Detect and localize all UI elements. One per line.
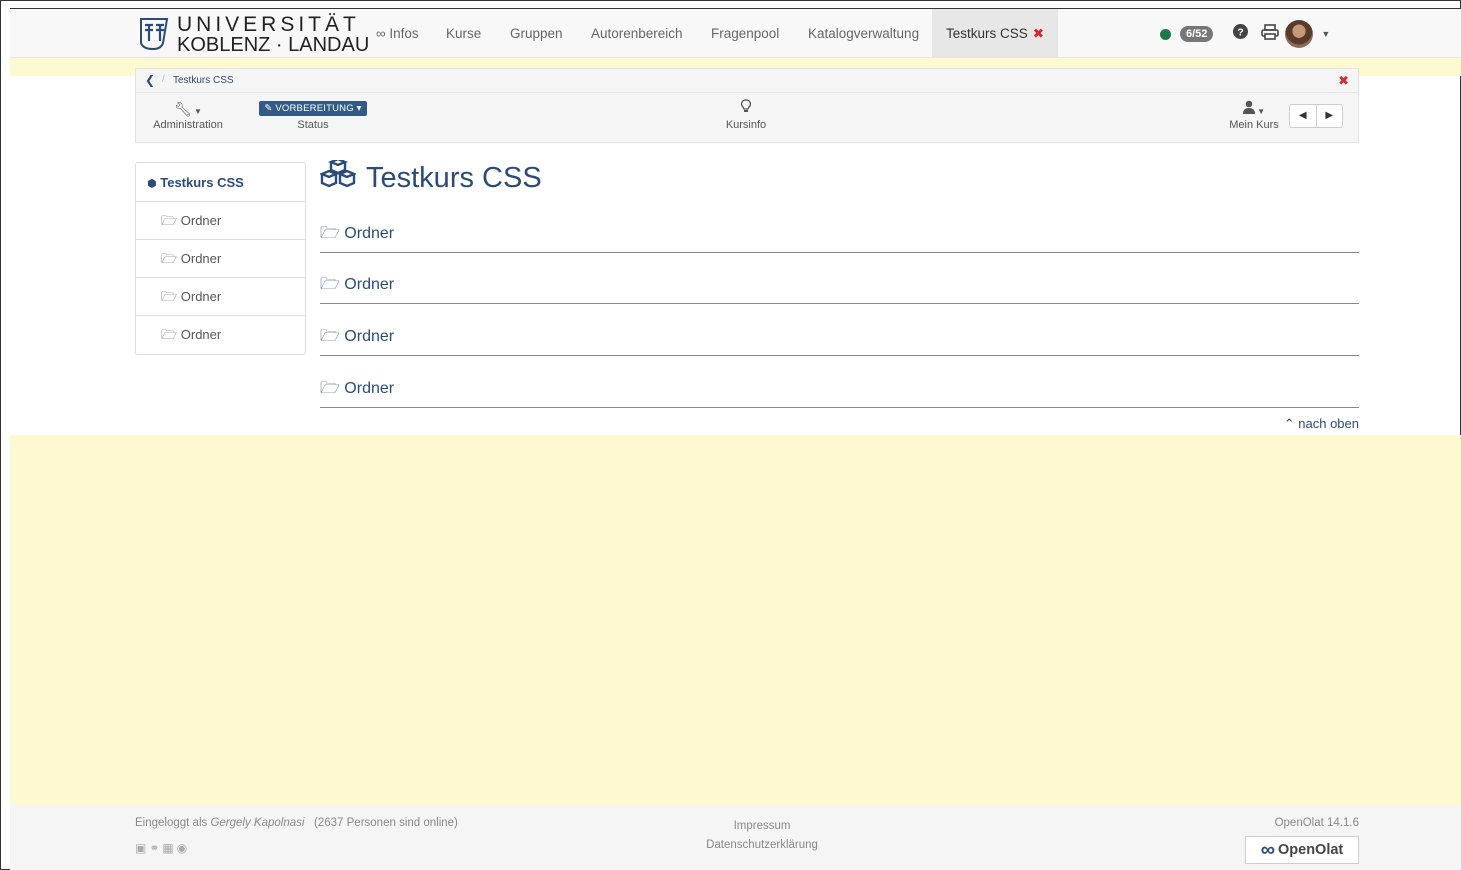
- folder-open-icon: 🗁︎: [320, 276, 340, 293]
- cube-icon: ⬢: [147, 178, 157, 190]
- mein-kurs-label: Mein Kurs: [1229, 119, 1279, 131]
- content-row-label[interactable]: Ordner: [344, 328, 394, 345]
- cubes-icon: [318, 157, 358, 197]
- chevron-down-icon[interactable]: ▼: [1321, 29, 1330, 39]
- page-title-text: Testkurs CSS: [366, 162, 542, 194]
- breadcrumb: ❮ / Testkurs CSS ✖: [135, 68, 1359, 92]
- back-icon[interactable]: ❮: [145, 73, 155, 87]
- user-tools: 6/52 ? ▼: [1160, 9, 1330, 59]
- nav-autorenbereich[interactable]: Autorenbereich: [591, 9, 683, 59]
- status-label: Status: [297, 119, 329, 131]
- administration-label: Administration: [153, 119, 223, 131]
- online-status-dot[interactable]: [1160, 28, 1171, 40]
- menu-item[interactable]: 🗁︎ Ordner: [136, 278, 305, 316]
- privacy-link[interactable]: Datenschutzerklärung: [10, 836, 1461, 855]
- course-menu: ⬢ Testkurs CSS 🗁︎ Ordner 🗁︎ Ordner 🗁︎ Or…: [135, 162, 306, 355]
- course-toolbar: 🔧︎ ▼ Administration ✎ VORBEREITUNG ▾ Sta…: [135, 92, 1359, 143]
- top-navigation: UNIVERSITÄT KOBLENZ · LANDAU ∞ Infos Kur…: [10, 8, 1461, 59]
- close-course-icon[interactable]: ✖: [1338, 73, 1349, 89]
- back-to-top-link[interactable]: ⌃ nach oben: [1284, 416, 1359, 432]
- menu-item[interactable]: 🗁︎ Ordner: [136, 316, 305, 354]
- folder-open-icon: 🗁︎: [320, 380, 340, 397]
- close-tab-icon[interactable]: ✖: [1033, 26, 1044, 41]
- chevron-up-icon: ⌃: [1283, 416, 1295, 431]
- content-row-label[interactable]: Ordner: [344, 276, 394, 293]
- footer: Eingeloggt als Gergely Kapolnasi (2637 P…: [10, 805, 1461, 870]
- impressum-link[interactable]: Impressum: [10, 817, 1461, 836]
- user-icon: ▼: [1224, 99, 1284, 119]
- print-icon[interactable]: [1261, 23, 1280, 45]
- menu-course-root[interactable]: ⬢ Testkurs CSS: [136, 163, 305, 202]
- svg-text:?: ?: [1238, 27, 1244, 38]
- content-row[interactable]: 🗁︎ Ordner: [320, 325, 1359, 356]
- brand-line-2: KOBLENZ · LANDAU: [177, 33, 370, 56]
- menu-item[interactable]: 🗁︎ Ordner: [136, 202, 305, 240]
- next-node-button[interactable]: ▶: [1315, 105, 1343, 127]
- previous-node-button[interactable]: ◀: [1290, 105, 1316, 127]
- nav-kurse[interactable]: Kurse: [446, 9, 481, 59]
- menu-item-label: Ordner: [180, 251, 222, 266]
- menu-item[interactable]: 🗁︎ Ordner: [136, 240, 305, 278]
- user-avatar[interactable]: [1285, 20, 1314, 48]
- version-info: OpenOlat 14.1.6: [1274, 817, 1359, 829]
- university-logo[interactable]: UNIVERSITÄT KOBLENZ · LANDAU: [135, 9, 369, 59]
- folder-open-icon: 🗁︎: [320, 225, 340, 242]
- help-icon[interactable]: ?: [1233, 24, 1249, 44]
- menu-course-root-label: Testkurs CSS: [160, 175, 244, 190]
- footer-links: Impressum Datenschutzerklärung: [10, 817, 1461, 855]
- page-title: Testkurs CSS: [318, 157, 542, 197]
- infinity-icon: ∞: [1260, 838, 1275, 861]
- openolat-logo-text: OpenOlat: [1278, 842, 1344, 858]
- course-node-navigation: ◀ ▶: [1289, 104, 1343, 128]
- tab-testkurs-css[interactable]: Testkurs CSS ✖: [932, 9, 1059, 59]
- content-row[interactable]: 🗁︎ Ordner: [320, 273, 1359, 304]
- status-menu[interactable]: ✎ VORBEREITUNG ▾ Status: [256, 101, 370, 131]
- kursinfo-button[interactable]: Kursinfo: [706, 99, 786, 131]
- nav-fragenpool[interactable]: Fragenpool: [711, 9, 779, 59]
- folder-open-icon: 🗁︎: [161, 251, 178, 266]
- breadcrumb-separator: /: [162, 74, 165, 85]
- status-button[interactable]: ✎ VORBEREITUNG ▾: [259, 101, 367, 116]
- content-row[interactable]: 🗁︎ Ordner: [320, 377, 1359, 408]
- brand-line-1: UNIVERSITÄT: [177, 12, 360, 36]
- pencil-icon: ✎: [264, 103, 276, 114]
- wrench-icon: 🔧︎ ▼: [174, 101, 202, 117]
- menu-item-label: Ordner: [180, 327, 222, 342]
- tab-label: Testkurs CSS: [946, 26, 1028, 41]
- content-row-label[interactable]: Ordner: [344, 380, 394, 397]
- lightbulb-icon: [706, 99, 786, 119]
- folder-open-icon: 🗁︎: [161, 289, 178, 304]
- mein-kurs-menu[interactable]: ▼ Mein Kurs: [1224, 99, 1284, 131]
- menu-item-label: Ordner: [180, 289, 222, 304]
- nav-infos[interactable]: ∞ Infos: [376, 9, 419, 59]
- uni-logo-icon: [140, 18, 169, 51]
- nav-gruppen[interactable]: Gruppen: [510, 9, 563, 59]
- breadcrumb-current[interactable]: Testkurs CSS: [173, 75, 234, 86]
- administration-menu[interactable]: 🔧︎ ▼ Administration: [150, 99, 226, 131]
- highlight-band-bottom: [10, 435, 1461, 805]
- openolat-logo[interactable]: ∞ OpenOlat: [1245, 836, 1359, 864]
- status-value: VORBEREITUNG: [275, 103, 354, 114]
- content-row-label[interactable]: Ordner: [344, 225, 394, 242]
- folder-open-icon: 🗁︎: [161, 213, 178, 228]
- content-row[interactable]: 🗁︎ Ordner: [320, 222, 1359, 253]
- folder-open-icon: 🗁︎: [320, 328, 340, 345]
- kursinfo-label: Kursinfo: [725, 119, 767, 131]
- online-count-badge[interactable]: 6/52: [1180, 26, 1214, 42]
- back-to-top-label: nach oben: [1298, 416, 1359, 431]
- nav-katalogverwaltung[interactable]: Katalogverwaltung: [808, 9, 919, 59]
- menu-item-label: Ordner: [180, 213, 222, 228]
- folder-open-icon: 🗁︎: [161, 327, 178, 342]
